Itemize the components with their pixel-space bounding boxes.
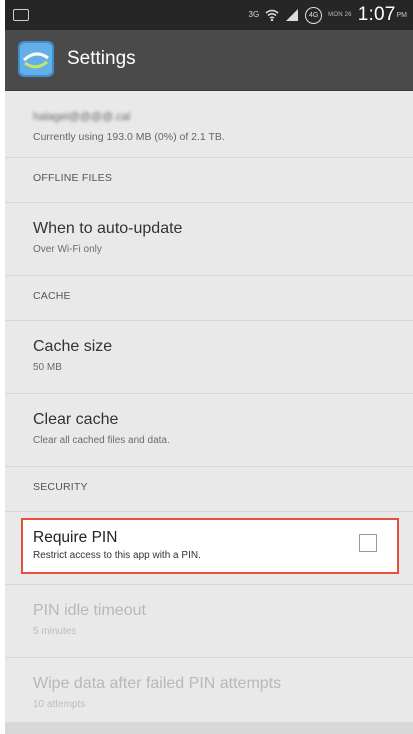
pref-title: Require PIN bbox=[33, 529, 118, 546]
pref-require-pin-row: Require PIN Restrict access to this app … bbox=[5, 511, 413, 584]
status-date: MON 26 bbox=[328, 12, 352, 18]
pref-title: Clear cache bbox=[33, 411, 119, 428]
pref-summary: Clear all cached files and data. bbox=[33, 435, 170, 446]
section-header-offline-files: OFFLINE FILES bbox=[5, 157, 413, 202]
wifi-icon bbox=[265, 9, 279, 22]
pref-title: PIN idle timeout bbox=[33, 602, 146, 619]
battery-icon: 4G bbox=[305, 6, 323, 24]
pref-summary: 5 minutes bbox=[33, 626, 77, 637]
account-info: halagel@@@@.cal Currently using 193.0 MB… bbox=[5, 91, 413, 157]
status-bar: 3G 4G MON 26 1:07 PM bbox=[5, 0, 413, 30]
status-time: 1:07 bbox=[357, 4, 396, 25]
bottom-edge bbox=[5, 722, 413, 734]
account-email: halagel@@@@.cal bbox=[33, 111, 131, 123]
section-label: CACHE bbox=[33, 290, 71, 302]
pref-clear-cache[interactable]: Clear cache Clear all cached files and d… bbox=[5, 393, 413, 466]
section-label: SECURITY bbox=[33, 481, 88, 493]
settings-screen: 3G 4G MON 26 1:07 PM Settings halagel@@@… bbox=[5, 0, 413, 734]
notification-icon bbox=[13, 9, 29, 21]
status-ampm: PM bbox=[396, 11, 408, 19]
pref-title: When to auto-update bbox=[33, 220, 183, 237]
pref-wipe-data: Wipe data after failed PIN attempts 10 a… bbox=[5, 657, 413, 730]
require-pin-checkbox[interactable] bbox=[359, 534, 377, 552]
pref-auto-update[interactable]: When to auto-update Over Wi-Fi only bbox=[5, 202, 413, 275]
action-bar: Settings bbox=[5, 30, 413, 91]
screen: 3G 4G MON 26 1:07 PM Settings halagel@@@… bbox=[0, 0, 413, 734]
page-title: Settings bbox=[67, 48, 136, 69]
pref-title: Wipe data after failed PIN attempts bbox=[33, 675, 282, 692]
pref-summary: Over Wi-Fi only bbox=[33, 244, 102, 255]
pref-require-pin[interactable]: Require PIN Restrict access to this app … bbox=[21, 518, 399, 574]
signal-icon bbox=[286, 9, 299, 21]
pref-summary: 50 MB bbox=[33, 362, 62, 373]
section-label: OFFLINE FILES bbox=[33, 172, 113, 184]
status-right: 3G 4G MON 26 1:07 PM bbox=[249, 3, 408, 27]
pref-cache-size[interactable]: Cache size 50 MB bbox=[5, 320, 413, 393]
section-header-cache: CACHE bbox=[5, 275, 413, 320]
pref-pin-idle-timeout: PIN idle timeout 5 minutes bbox=[5, 584, 413, 657]
storage-usage: Currently using 193.0 MB (0%) of 2.1 TB. bbox=[33, 131, 225, 143]
section-header-security: SECURITY bbox=[5, 466, 413, 511]
app-icon[interactable] bbox=[17, 40, 55, 78]
settings-list: halagel@@@@.cal Currently using 193.0 MB… bbox=[5, 91, 413, 730]
pref-summary: Restrict access to this app with a PIN. bbox=[33, 550, 201, 561]
pref-summary: 10 attempts bbox=[33, 699, 86, 710]
network-type: 3G bbox=[248, 10, 260, 19]
pref-title: Cache size bbox=[33, 338, 113, 355]
